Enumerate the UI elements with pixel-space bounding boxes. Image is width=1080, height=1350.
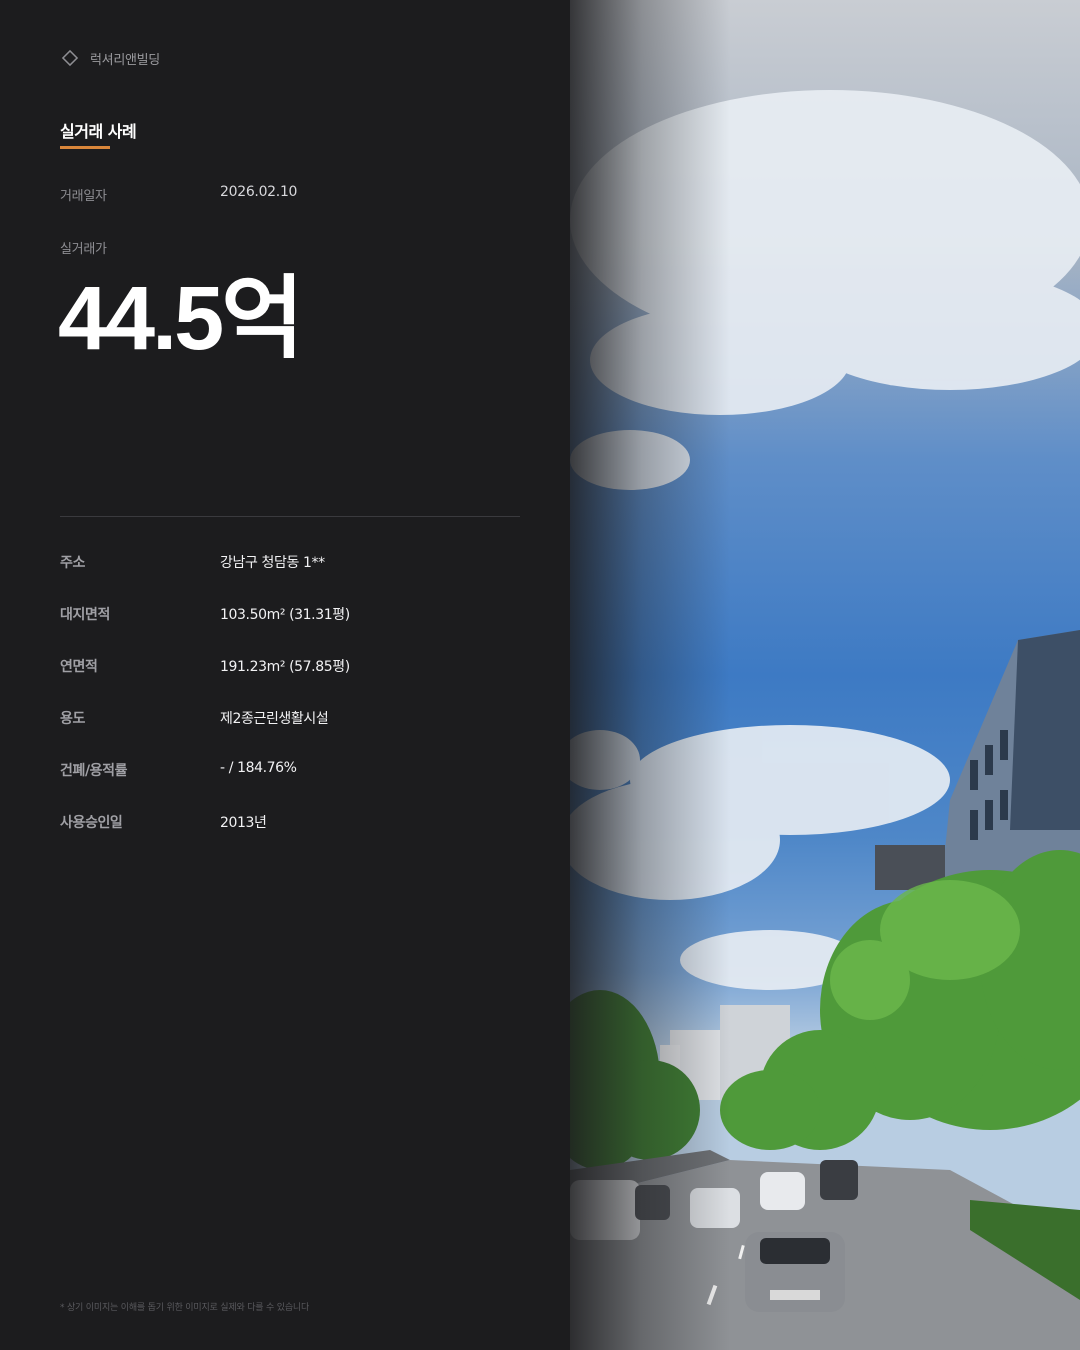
detail-label: 대지면적 [60,607,110,623]
detail-value: 2013년 [220,815,267,831]
detail-row-land-area: 대지면적 103.50m² (31.31평) [60,602,520,654]
detail-label: 건폐/용적률 [60,763,128,779]
brand: 럭셔리앤빌딩 [60,48,160,68]
detail-value: 103.50m² (31.31평) [220,607,350,623]
detail-row-usage: 용도 제2종근린생활시설 [60,706,520,758]
detail-label: 연면적 [60,659,98,675]
detail-row-address: 주소 강남구 청담동 1** [60,550,520,602]
property-details: 주소 강남구 청담동 1** 대지면적 103.50m² (31.31평) 연면… [60,550,520,862]
price-label: 실거래가 [60,242,107,257]
detail-value: - / 184.76% [220,760,297,776]
car [745,1232,845,1312]
section-title: 실거래 사례 [60,122,137,141]
detail-value: 강남구 청담동 1** [220,555,325,571]
divider [60,516,520,517]
street-photo [570,0,1080,1350]
section-title-underline [60,146,110,149]
diamond-outline-icon [60,48,80,68]
detail-row-coverage-ratio: 건폐/용적률 - / 184.76% [60,758,520,810]
transaction-date-value: 2026.02.10 [220,184,298,200]
detail-label: 사용승인일 [60,815,123,831]
detail-value: 제2종근린생활시설 [220,711,329,727]
transaction-date-row: 거래일자 2026.02.10 [60,183,520,205]
info-panel: 럭셔리앤빌딩 실거래 사례 거래일자 2026.02.10 실거래가 44.5억… [0,0,570,1350]
detail-label: 주소 [60,555,85,571]
detail-row-approval-year: 사용승인일 2013년 [60,810,520,862]
detail-row-floor-area: 연면적 191.23m² (57.85평) [60,654,520,706]
detail-label: 용도 [60,711,85,727]
image-disclaimer: * 상기 이미지는 이해를 돕기 위한 이미지로 실제와 다를 수 있습니다 [60,1303,310,1313]
price-value: 44.5억 [58,269,304,369]
transaction-date-label: 거래일자 [60,189,107,204]
brand-name: 럭셔리앤빌딩 [90,52,160,68]
photo-fade-overlay [570,0,730,1350]
detail-value: 191.23m² (57.85평) [220,659,350,675]
